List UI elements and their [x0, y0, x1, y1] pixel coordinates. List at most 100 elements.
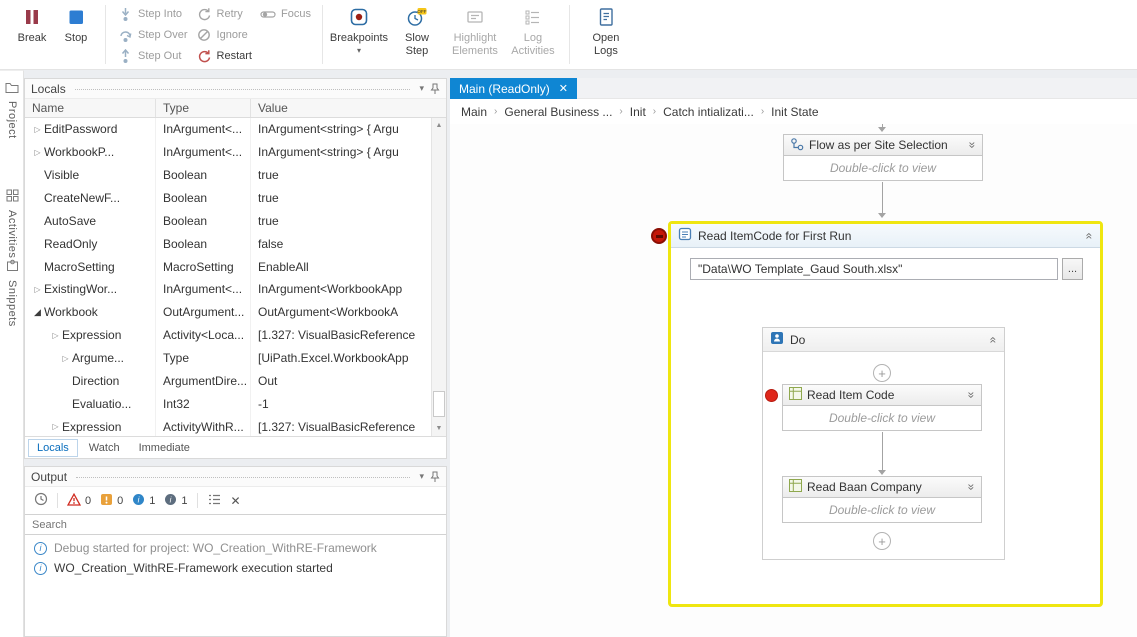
log-activities-icon — [524, 5, 541, 29]
collapse-all-icon[interactable] — [207, 493, 222, 509]
ignore-button[interactable]: Ignore — [192, 27, 256, 43]
column-header-type[interactable]: Type — [156, 99, 251, 117]
activity-read-item-code[interactable]: Read Item Code » Double-click to view — [782, 384, 982, 431]
expander-icon[interactable]: ▷ — [49, 422, 62, 431]
focus-icon — [260, 7, 276, 22]
expand-chevron-icon[interactable]: » — [965, 392, 979, 399]
activity-read-baan-company[interactable]: Read Baan Company » Double-click to view — [782, 476, 982, 523]
column-header-name[interactable]: Name — [25, 99, 156, 117]
do-container[interactable]: Do « + Read Item Code » Double- — [762, 327, 1005, 560]
table-row[interactable]: Direction ArgumentDire... Out — [25, 369, 431, 392]
table-row[interactable]: CreateNewF... Boolean true — [25, 187, 431, 210]
expander-icon[interactable]: ▷ — [59, 354, 72, 363]
table-row[interactable]: ▷Expression Activity<Loca... [1.327: Vis… — [25, 324, 431, 347]
sidebar-item-snippets[interactable]: Snippets — [0, 259, 24, 327]
open-logs-button[interactable]: Open Logs — [577, 0, 635, 69]
sequence-read-itemcode-for-first-run[interactable]: Read ItemCode for First Run « ... Do « + — [668, 221, 1103, 607]
search-input[interactable] — [25, 514, 446, 535]
breakpoint-marker-icon[interactable] — [651, 228, 667, 244]
expander-icon[interactable]: ▷ — [49, 331, 62, 340]
trace-filter[interactable]: i 1 — [164, 493, 187, 509]
breadcrumb-item[interactable]: Init — [630, 105, 646, 119]
break-button[interactable]: Break — [10, 0, 54, 69]
step-out-button[interactable]: Step Out — [113, 48, 192, 64]
breakpoint-dot-icon[interactable] — [765, 389, 778, 402]
table-row[interactable]: ▷Argume... Type [UiPath.Excel.WorkbookAp… — [25, 347, 431, 370]
uipath-debug-window: Break Stop Step Into Step Over — [0, 0, 1137, 637]
breadcrumb-item[interactable]: Main — [461, 105, 487, 119]
scroll-up-icon[interactable]: ▲ — [432, 118, 446, 133]
warning-count: 0 — [117, 495, 123, 507]
table-row[interactable]: AutoSave Boolean true — [25, 209, 431, 232]
table-row[interactable]: Evaluatio... Int32 -1 — [25, 392, 431, 415]
info-icon: i — [132, 493, 145, 509]
add-activity-icon[interactable]: + — [873, 364, 891, 382]
collapse-chevron-icon[interactable]: « — [987, 336, 1001, 343]
tab-locals[interactable]: Locals — [28, 439, 78, 457]
step-into-button[interactable]: Step Into — [113, 6, 192, 22]
breadcrumb-separator-icon: › — [619, 106, 622, 117]
log-entry[interactable]: i WO_Creation_WithRE-Framework execution… — [25, 558, 446, 578]
slow-step-label: Slow Step — [393, 32, 441, 58]
chevron-down-icon[interactable]: ▾ — [419, 471, 424, 482]
log-entry[interactable]: i Debug started for project: WO_Creation… — [25, 538, 446, 558]
table-row[interactable]: ▷EditPassword InArgument<... InArgument<… — [25, 118, 431, 141]
expander-icon[interactable]: ▷ — [31, 125, 44, 134]
pin-icon[interactable] — [430, 471, 440, 483]
add-activity-icon[interactable]: + — [873, 532, 891, 550]
expand-chevron-icon[interactable]: » — [965, 484, 979, 491]
highlight-elements-button[interactable]: Highlight Elements — [446, 0, 504, 69]
activity-flow-as-per-site-selection[interactable]: Flow as per Site Selection » Double-clic… — [783, 134, 983, 181]
breadcrumb-item[interactable]: General Business ... — [504, 105, 612, 119]
tab-main-readonly[interactable]: Main (ReadOnly) ✕ — [450, 78, 577, 99]
log-activities-button[interactable]: Log Activities — [504, 0, 562, 69]
info-filter[interactable]: i 1 — [132, 493, 155, 509]
activity-title: Read Item Code — [807, 388, 963, 402]
restart-icon — [196, 49, 212, 64]
scroll-down-icon[interactable]: ▼ — [432, 421, 446, 436]
table-row[interactable]: ▷WorkbookP... InArgument<... InArgument<… — [25, 141, 431, 164]
activity-hint[interactable]: Double-click to view — [783, 156, 983, 181]
tab-watch[interactable]: Watch — [81, 440, 128, 456]
activity-hint[interactable]: Double-click to view — [782, 406, 982, 431]
warning-filter[interactable]: 0 — [100, 493, 123, 509]
table-row[interactable]: MacroSetting MacroSetting EnableAll — [25, 255, 431, 278]
restart-button[interactable]: Restart — [192, 48, 256, 64]
connector-arrow-icon — [878, 213, 886, 218]
close-icon[interactable]: ✕ — [559, 82, 568, 95]
column-header-value[interactable]: Value — [251, 99, 431, 117]
tab-immediate[interactable]: Immediate — [131, 440, 198, 456]
focus-button[interactable]: Focus — [256, 6, 315, 22]
table-row[interactable]: ▷Expression ActivityWithR... [1.327: Vis… — [25, 415, 431, 436]
clear-output-icon[interactable]: ✕ — [231, 494, 241, 508]
error-filter[interactable]: 0 — [67, 493, 91, 509]
step-over-button[interactable]: Step Over — [113, 27, 192, 43]
table-row[interactable]: ▷ExistingWor... InArgument<... InArgumen… — [25, 278, 431, 301]
breadcrumb-item[interactable]: Catch intializati... — [663, 105, 754, 119]
collapse-chevron-icon[interactable]: « — [1083, 232, 1097, 239]
table-row[interactable]: ReadOnly Boolean false — [25, 232, 431, 255]
browse-button[interactable]: ... — [1062, 258, 1083, 280]
expander-icon[interactable]: ◢ — [31, 307, 44, 318]
chevron-down-icon[interactable]: ▾ — [419, 83, 424, 94]
retry-button[interactable]: Retry — [192, 6, 256, 22]
expander-icon[interactable]: ▷ — [31, 285, 44, 294]
pin-icon[interactable] — [430, 83, 440, 95]
vertical-scrollbar[interactable]: ▲ ▼ — [431, 118, 446, 436]
table-row[interactable]: Visible Boolean true — [25, 164, 431, 187]
slow-step-button[interactable]: OFF Slow Step — [388, 0, 446, 69]
sidebar-item-activities[interactable]: Activities — [0, 189, 24, 258]
workflow-canvas[interactable]: Flow as per Site Selection » Double-clic… — [450, 124, 1137, 637]
timestamp-filter-icon[interactable] — [34, 492, 48, 509]
breakpoints-button[interactable]: Breakpoints ▾ — [330, 0, 388, 69]
expander-icon[interactable]: ▷ — [31, 148, 44, 157]
stop-button[interactable]: Stop — [54, 0, 98, 69]
activity-hint[interactable]: Double-click to view — [782, 498, 982, 523]
error-count: 0 — [85, 495, 91, 507]
table-row[interactable]: ◢Workbook OutArgument... OutArgument<Wor… — [25, 301, 431, 324]
sidebar-item-project[interactable]: Project — [0, 81, 24, 139]
workbook-path-input[interactable] — [690, 258, 1058, 280]
breadcrumb-item[interactable]: Init State — [771, 105, 818, 119]
expand-chevron-icon[interactable]: » — [966, 142, 980, 149]
scrollbar-thumb[interactable] — [433, 391, 445, 417]
